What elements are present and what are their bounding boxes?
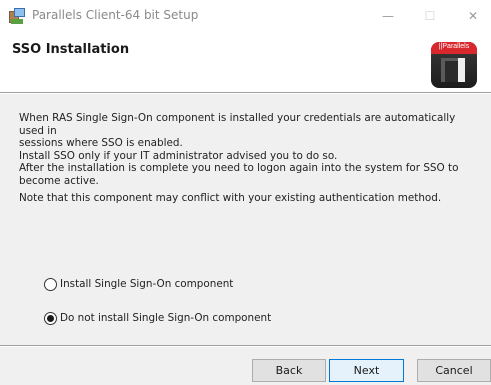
window-title: Parallels Client-64 bit Setup bbox=[32, 8, 199, 22]
footer-divider-highlight bbox=[0, 346, 491, 347]
description-line: When RAS Single Sign-On component is ins… bbox=[19, 112, 456, 137]
logo-graphic-icon bbox=[441, 58, 465, 82]
do-not-install-sso-label[interactable]: Do not install Single Sign-On component bbox=[60, 312, 271, 324]
next-button[interactable]: Next bbox=[329, 359, 404, 382]
description-text: When RAS Single Sign-On component is ins… bbox=[19, 112, 481, 187]
close-button[interactable]: ✕ bbox=[455, 0, 491, 32]
close-icon: ✕ bbox=[467, 9, 479, 23]
setup-window: Parallels Client-64 bit Setup — ☐ ✕ SSO … bbox=[0, 0, 491, 385]
header-banner: SSO Installation ||Parallels bbox=[0, 32, 491, 92]
install-sso-label[interactable]: Install Single Sign-On component bbox=[60, 278, 233, 290]
page-title: SSO Installation bbox=[12, 42, 130, 57]
description-line: become active. bbox=[19, 174, 99, 187]
description-line: sessions where SSO is enabled. bbox=[19, 137, 183, 149]
description-line: Install SSO only if your IT administrato… bbox=[19, 149, 338, 162]
do-not-install-sso-option[interactable]: Do not install Single Sign-On component bbox=[44, 310, 271, 326]
radio-selected-dot bbox=[47, 314, 54, 322]
title-bar[interactable]: Parallels Client-64 bit Setup — ☐ ✕ bbox=[0, 0, 491, 32]
parallels-logo: ||Parallels bbox=[431, 42, 477, 88]
install-sso-option[interactable]: Install Single Sign-On component bbox=[44, 276, 233, 292]
installer-icon bbox=[9, 8, 25, 24]
install-sso-radio[interactable] bbox=[44, 277, 57, 291]
minimize-button[interactable]: — bbox=[370, 0, 406, 32]
cancel-button[interactable]: Cancel bbox=[417, 359, 491, 382]
header-divider-highlight bbox=[0, 93, 491, 94]
maximize-button[interactable]: ☐ bbox=[412, 0, 448, 32]
minimize-icon: — bbox=[382, 9, 394, 23]
maximize-icon: ☐ bbox=[424, 9, 436, 23]
description-line: After the installation is complete you n… bbox=[19, 162, 459, 174]
conflict-note: Note that this component may conflict wi… bbox=[19, 192, 442, 204]
do-not-install-sso-radio[interactable] bbox=[44, 311, 57, 325]
back-button[interactable]: Back bbox=[252, 359, 326, 382]
